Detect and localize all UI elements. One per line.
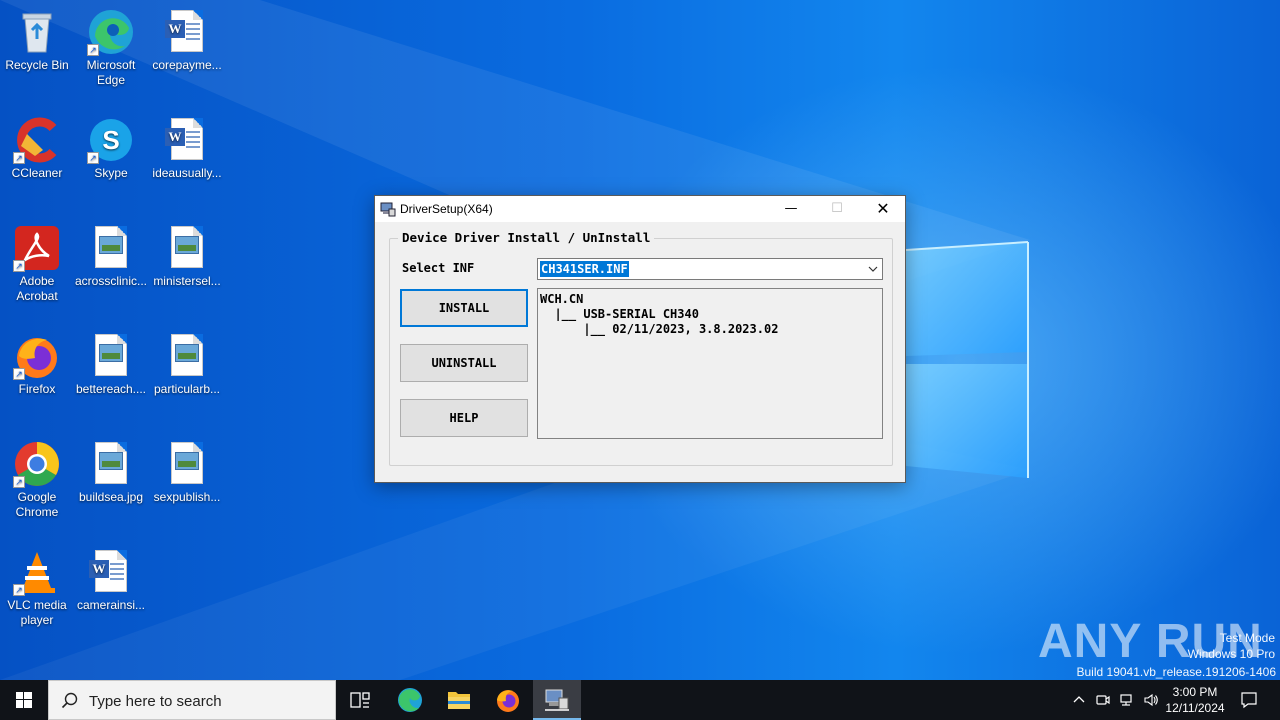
- desktop-icon-label: CCleaner: [11, 166, 63, 180]
- image-file-icon: [87, 440, 135, 488]
- maximize-button[interactable]: ☐: [814, 196, 860, 222]
- desktop-icon-recycle-bin[interactable]: Recycle Bin: [0, 8, 74, 73]
- task-view-button[interactable]: [336, 680, 384, 720]
- desktop-icon-label: sexpublish...: [153, 490, 221, 504]
- taskbar-driver-setup[interactable]: [533, 680, 581, 720]
- install-button[interactable]: INSTALL: [400, 289, 528, 327]
- desktop-icon-label: Microsoft Edge: [86, 58, 136, 87]
- desktop-icon-label: particularb...: [153, 382, 221, 396]
- edge-icon: ↗: [87, 8, 135, 56]
- task-view-icon: [350, 692, 370, 708]
- firefox-icon: [497, 690, 519, 712]
- svg-text:S: S: [102, 125, 119, 155]
- desktop-icon-label: Skype: [94, 166, 128, 180]
- desktop-icon-label: Firefox: [18, 382, 56, 396]
- windows-start-icon: [16, 692, 32, 708]
- desktop-icon-bettereach[interactable]: bettereach....: [74, 332, 148, 397]
- acrobat-icon: ↗: [13, 224, 61, 272]
- driver-setup-app-icon: [545, 689, 569, 711]
- minimize-button[interactable]: —: [768, 196, 814, 222]
- info-line-vendor: WCH.CN: [540, 292, 584, 306]
- notifications-icon[interactable]: [1240, 691, 1258, 709]
- desktop-icon-camerainsi[interactable]: W camerainsi...: [74, 548, 148, 613]
- taskbar-edge[interactable]: [386, 680, 434, 720]
- uninstall-button[interactable]: UNINSTALL: [400, 344, 528, 382]
- taskbar: Type here to search 3:00 PM 12/11/2024: [0, 680, 1280, 720]
- meet-now-icon[interactable]: [1095, 692, 1111, 708]
- taskbar-file-explorer[interactable]: [435, 680, 483, 720]
- image-file-icon: [87, 224, 135, 272]
- test-mode-text: Test Mode: [1219, 631, 1275, 645]
- groupbox-title: Device Driver Install / UnInstall: [398, 230, 655, 245]
- desktop-icon-label: bettereach....: [75, 382, 147, 396]
- select-inf-label: Select INF: [402, 261, 475, 275]
- taskbar-firefox[interactable]: [484, 680, 532, 720]
- volume-icon[interactable]: [1143, 692, 1159, 708]
- image-file-icon: [163, 440, 211, 488]
- desktop-icon-label: buildsea.jpg: [78, 490, 144, 504]
- driver-setup-app-icon: [380, 202, 396, 217]
- desktop-icon-corepayme[interactable]: W corepayme...: [150, 8, 224, 73]
- network-icon[interactable]: [1119, 692, 1135, 708]
- search-icon: [61, 692, 78, 709]
- dialog-title: DriverSetup(X64): [400, 202, 493, 216]
- desktop-icon-label: acrossclinic...: [74, 274, 148, 288]
- vlc-icon: ↗: [13, 548, 61, 596]
- image-file-icon: [163, 332, 211, 380]
- desktop-icon-microsoft-edge[interactable]: ↗ Microsoft Edge: [74, 8, 148, 88]
- windows-edition-text: Windows 10 Pro: [1187, 647, 1275, 661]
- info-line-device: |__ USB-SERIAL CH340: [540, 307, 699, 321]
- desktop-icon-google-chrome[interactable]: ↗ Google Chrome: [0, 440, 74, 520]
- build-text: Build 19041.vb_release.191206-1406: [1076, 665, 1277, 679]
- desktop-icon-label: VLC media player: [7, 598, 67, 627]
- desktop-icon-vlc[interactable]: ↗ VLC media player: [0, 548, 74, 628]
- help-button[interactable]: HELP: [400, 399, 528, 437]
- taskbar-search-box[interactable]: Type here to search: [48, 680, 336, 720]
- firefox-icon: ↗: [13, 332, 61, 380]
- image-file-icon: [163, 224, 211, 272]
- start-button[interactable]: [0, 680, 48, 720]
- desktop-icon-label: corepayme...: [152, 58, 222, 72]
- desktop-icon-ccleaner[interactable]: ↗ CCleaner: [0, 116, 74, 181]
- desktop-icon-skype[interactable]: S ↗ Skype: [74, 116, 148, 181]
- chevron-up-icon[interactable]: [1071, 692, 1087, 708]
- info-line-version: |__ 02/11/2023, 3.8.2023.02: [540, 322, 779, 336]
- search-placeholder: Type here to search: [89, 693, 222, 710]
- desktop-icon-acrossclinic[interactable]: acrossclinic...: [74, 224, 148, 289]
- edge-icon: [398, 688, 422, 712]
- taskbar-clock[interactable]: 3:00 PM 12/11/2024: [1158, 684, 1232, 716]
- desktop-icon-ministersel[interactable]: ministersel...: [150, 224, 224, 289]
- inf-select-combobox[interactable]: CH341SER.INF: [537, 258, 883, 280]
- skype-icon: S ↗: [87, 116, 135, 164]
- close-button[interactable]: ✕: [860, 196, 906, 222]
- desktop-icon-particularb[interactable]: particularb...: [150, 332, 224, 397]
- desktop-icon-buildsea[interactable]: buildsea.jpg: [74, 440, 148, 505]
- word-document-icon: W: [163, 8, 211, 56]
- inf-selected-value: CH341SER.INF: [540, 261, 629, 277]
- desktop-icon-firefox[interactable]: ↗ Firefox: [0, 332, 74, 397]
- driver-setup-dialog: DriverSetup(X64) — ☐ ✕ Device Driver Ins…: [374, 195, 906, 483]
- desktop-icon-label: ideausually...: [152, 166, 222, 180]
- folder-icon: [448, 692, 470, 709]
- desktop-icon-label: camerainsi...: [76, 598, 146, 612]
- driver-info-box: WCH.CN |__ USB-SERIAL CH340 |__ 02/11/20…: [537, 288, 883, 439]
- recycle-bin-icon: [13, 8, 61, 56]
- desktop-icon-label: Google Chrome: [15, 490, 59, 519]
- desktop-icon-adobe-acrobat[interactable]: ↗ Adobe Acrobat: [0, 224, 74, 304]
- clock-date: 12/11/2024: [1165, 701, 1225, 715]
- desktop-icon-sexpublish[interactable]: sexpublish...: [150, 440, 224, 505]
- chevron-down-icon[interactable]: [867, 263, 879, 275]
- chrome-icon: ↗: [13, 440, 61, 488]
- desktop-icon-label: ministersel...: [153, 274, 221, 288]
- desktop-icon-ideausually[interactable]: W ideausually...: [150, 116, 224, 181]
- word-document-icon: W: [87, 548, 135, 596]
- desktop-icon-label: Recycle Bin: [5, 58, 69, 72]
- image-file-icon: [87, 332, 135, 380]
- ccleaner-icon: ↗: [13, 116, 61, 164]
- desktop-icon-label: Adobe Acrobat: [16, 274, 58, 303]
- clock-time: 3:00 PM: [1172, 685, 1218, 699]
- word-document-icon: W: [163, 116, 211, 164]
- dialog-titlebar[interactable]: DriverSetup(X64) — ☐ ✕: [375, 196, 905, 222]
